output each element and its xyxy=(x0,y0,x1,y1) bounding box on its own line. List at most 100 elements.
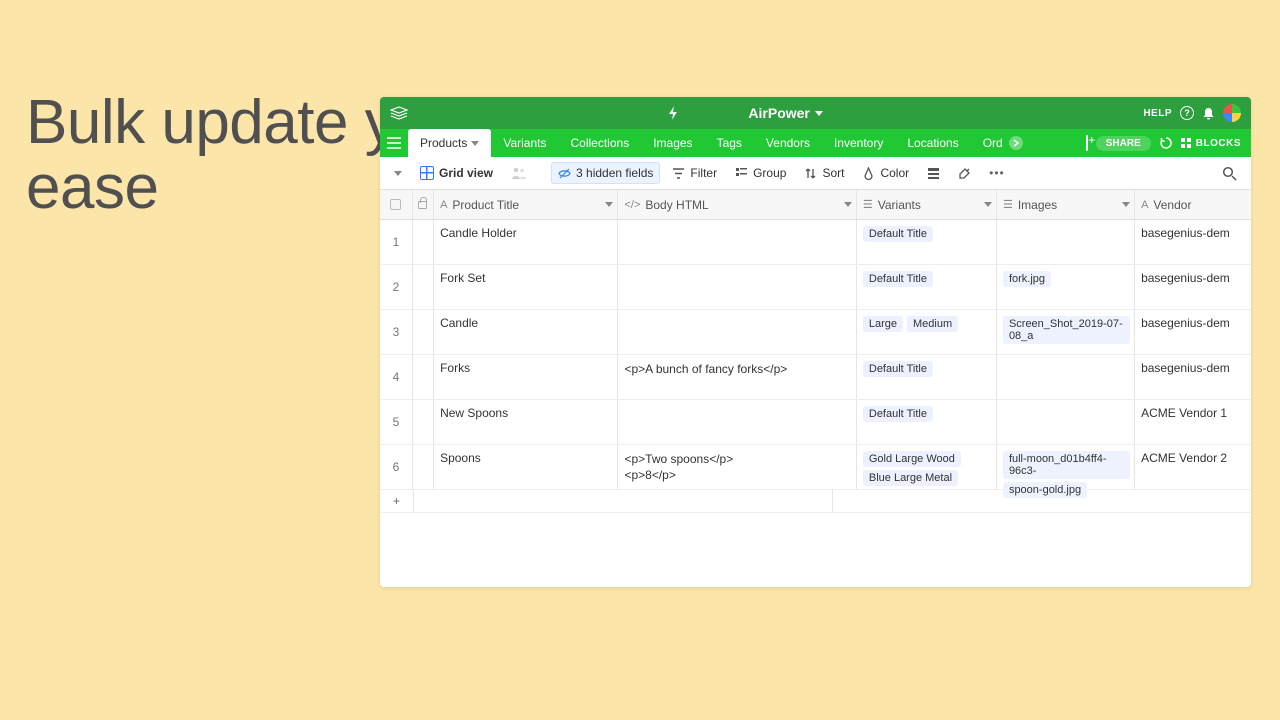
group-label: Group xyxy=(753,166,786,180)
base-name[interactable]: AirPower xyxy=(748,105,822,121)
chevron-down-icon[interactable] xyxy=(605,202,613,207)
hidden-fields-button[interactable]: 3 hidden fields xyxy=(551,162,660,184)
cell-variants[interactable]: Default Title xyxy=(857,400,997,444)
cell-variants[interactable]: Default Title xyxy=(857,355,997,399)
tab-vendors[interactable]: Vendors xyxy=(754,129,822,157)
blocks-button[interactable]: BLOCKS xyxy=(1181,138,1241,149)
view-switcher[interactable] xyxy=(388,168,408,179)
add-table-button[interactable] xyxy=(1086,136,1088,150)
color-button[interactable]: Color xyxy=(856,163,915,183)
user-avatar[interactable] xyxy=(1223,104,1241,122)
sort-button[interactable]: Sort xyxy=(798,163,850,183)
tab-inventory[interactable]: Inventory xyxy=(822,129,895,157)
history-icon[interactable] xyxy=(1159,136,1173,150)
table-row[interactable]: 5 New Spoons Default Title ACME Vendor 1 xyxy=(380,400,1251,445)
automation-bolt-icon[interactable] xyxy=(668,106,678,120)
tab-collections[interactable]: Collections xyxy=(559,129,642,157)
cell-vendor[interactable]: ACME Vendor 2 xyxy=(1135,445,1251,489)
more-button[interactable]: ••• xyxy=(983,163,1011,183)
linked-record-chip[interactable]: Large xyxy=(863,316,903,332)
tab-variants[interactable]: Variants xyxy=(491,129,558,157)
cell-variants[interactable]: Default Title xyxy=(857,220,997,264)
share-view-button[interactable] xyxy=(952,164,977,183)
column-header-body[interactable]: </>Body HTML xyxy=(618,190,856,219)
cell-title[interactable]: Candle Holder xyxy=(434,220,618,264)
cell-title[interactable]: New Spoons xyxy=(434,400,618,444)
cell-vendor[interactable]: ACME Vendor 1 xyxy=(1135,400,1251,444)
cell-images[interactable] xyxy=(997,220,1135,264)
cell-images[interactable]: fork.jpg xyxy=(997,265,1135,309)
linked-record-chip[interactable]: Default Title xyxy=(863,406,933,422)
row-number[interactable]: 2 xyxy=(380,265,413,309)
collaborators-button[interactable] xyxy=(505,163,533,183)
linked-record-chip[interactable]: full-moon_d01b4ff4-96c3- xyxy=(1003,451,1130,479)
linked-record-chip[interactable]: Screen_Shot_2019-07-08_a xyxy=(1003,316,1130,344)
cell-variants[interactable]: Default Title xyxy=(857,265,997,309)
linked-record-chip[interactable]: spoon-gold.jpg xyxy=(1003,482,1087,498)
column-header-variants[interactable]: ☰Variants xyxy=(857,190,997,219)
column-header-images[interactable]: ☰Images xyxy=(997,190,1135,219)
row-number[interactable]: 3 xyxy=(380,310,413,354)
row-height-button[interactable] xyxy=(921,164,946,183)
cell-title[interactable]: Fork Set xyxy=(434,265,618,309)
tab-products[interactable]: Products xyxy=(408,129,491,157)
chevron-down-icon[interactable] xyxy=(984,202,992,207)
notification-bell-icon[interactable] xyxy=(1202,107,1215,120)
help-icon[interactable]: ? xyxy=(1180,106,1194,120)
row-number[interactable]: 1 xyxy=(380,220,413,264)
filter-button[interactable]: Filter xyxy=(666,163,723,183)
cell-body[interactable] xyxy=(618,400,856,444)
row-gutter xyxy=(413,445,434,489)
linked-record-chip[interactable]: Default Title xyxy=(863,361,933,377)
tabs-scroll-right[interactable] xyxy=(1009,136,1023,150)
linked-record-chip[interactable]: Gold Large Wood xyxy=(863,451,961,467)
cell-variants[interactable]: Gold Large Wood Blue Large Metal xyxy=(857,445,997,489)
search-button[interactable] xyxy=(1216,163,1243,184)
menu-button[interactable] xyxy=(380,129,408,157)
cell-body[interactable] xyxy=(618,265,856,309)
cell-title[interactable]: Forks xyxy=(434,355,618,399)
column-header-title[interactable]: AProduct Title xyxy=(434,190,618,219)
row-number[interactable]: 5 xyxy=(380,400,413,444)
help-link[interactable]: HELP xyxy=(1143,108,1172,119)
cell-title[interactable]: Spoons xyxy=(434,445,618,489)
chevron-down-icon[interactable] xyxy=(844,202,852,207)
linked-record-chip[interactable]: Default Title xyxy=(863,226,933,242)
linked-record-chip[interactable]: Default Title xyxy=(863,271,933,287)
cell-body[interactable]: <p>A bunch of fancy forks</p> xyxy=(618,355,856,399)
tab-tags[interactable]: Tags xyxy=(705,129,754,157)
linked-record-chip[interactable]: Blue Large Metal xyxy=(863,470,958,486)
tab-locations[interactable]: Locations xyxy=(895,129,970,157)
table-row[interactable]: 4 Forks<p>A bunch of fancy forks</p> Defau… xyxy=(380,355,1251,400)
select-all-checkbox[interactable] xyxy=(380,190,413,219)
table-row[interactable]: 1 Candle Holder Default Title basegenius-de… xyxy=(380,220,1251,265)
cell-vendor[interactable]: basegenius-dem xyxy=(1135,220,1251,264)
cell-images[interactable] xyxy=(997,355,1135,399)
table-row[interactable]: 3CandleLargeMediumScreen_Shot_2019-07-08… xyxy=(380,310,1251,355)
cell-images[interactable] xyxy=(997,400,1135,444)
cell-variants[interactable]: LargeMedium xyxy=(857,310,997,354)
grid-view-button[interactable]: Grid view xyxy=(414,163,499,183)
share-button[interactable]: SHARE xyxy=(1096,136,1151,151)
cell-images[interactable]: full-moon_d01b4ff4-96c3-spoon-gold.jpg xyxy=(997,445,1135,489)
cell-title[interactable]: Candle xyxy=(434,310,618,354)
row-number[interactable]: 6 xyxy=(380,445,413,489)
table-row[interactable]: 6Spoons<p>Two spoons</p><p>8</p>Gold Lar… xyxy=(380,445,1251,490)
cell-body[interactable] xyxy=(618,220,856,264)
cell-body[interactable] xyxy=(618,310,856,354)
cell-vendor[interactable]: basegenius-dem xyxy=(1135,265,1251,309)
table-row[interactable]: 2 Fork Set Default Title fork.jpg basegenius… xyxy=(380,265,1251,310)
chevron-down-icon[interactable] xyxy=(1122,202,1130,207)
column-header-vendor[interactable]: AVendor xyxy=(1135,190,1251,219)
cell-body[interactable]: <p>Two spoons</p><p>8</p> xyxy=(618,445,856,489)
view-toolbar: Grid view 3 hidden fields Filter Group S… xyxy=(380,157,1251,190)
row-gutter xyxy=(413,310,434,354)
row-number[interactable]: 4 xyxy=(380,355,413,399)
tab-images[interactable]: Images xyxy=(641,129,704,157)
group-button[interactable]: Group xyxy=(729,163,792,183)
cell-images[interactable]: Screen_Shot_2019-07-08_a xyxy=(997,310,1135,354)
cell-vendor[interactable]: basegenius-dem xyxy=(1135,310,1251,354)
linked-record-chip[interactable]: fork.jpg xyxy=(1003,271,1051,287)
linked-record-chip[interactable]: Medium xyxy=(907,316,958,332)
cell-vendor[interactable]: basegenius-dem xyxy=(1135,355,1251,399)
